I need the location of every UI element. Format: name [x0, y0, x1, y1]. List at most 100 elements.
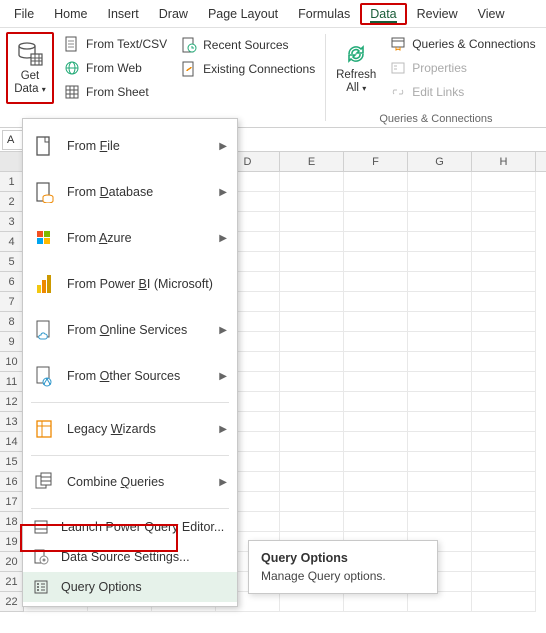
col-G[interactable]: G [408, 152, 472, 171]
cell[interactable] [408, 332, 472, 352]
tab-view[interactable]: View [468, 3, 515, 25]
cell[interactable] [280, 192, 344, 212]
menu-data-source-settings[interactable]: Data Source Settings... [23, 542, 237, 572]
row-4[interactable]: 4 [0, 232, 24, 252]
tab-data[interactable]: Data [360, 3, 406, 25]
cell[interactable] [472, 192, 536, 212]
tab-home[interactable]: Home [44, 3, 97, 25]
row-15[interactable]: 15 [0, 452, 24, 472]
cell[interactable] [408, 252, 472, 272]
cell[interactable] [280, 272, 344, 292]
row-3[interactable]: 3 [0, 212, 24, 232]
refresh-all-button[interactable]: RefreshAll ▾ [332, 32, 380, 104]
cell[interactable] [280, 212, 344, 232]
row-8[interactable]: 8 [0, 312, 24, 332]
cell[interactable] [472, 292, 536, 312]
cell[interactable] [472, 552, 536, 572]
from-web-button[interactable]: From Web [60, 57, 171, 79]
col-F[interactable]: F [344, 152, 408, 171]
cell[interactable] [472, 172, 536, 192]
col-H[interactable]: H [472, 152, 536, 171]
row-22[interactable]: 22 [0, 592, 24, 612]
cell[interactable] [280, 232, 344, 252]
cell[interactable] [408, 192, 472, 212]
cell[interactable] [472, 512, 536, 532]
row-2[interactable]: 2 [0, 192, 24, 212]
cell[interactable] [344, 312, 408, 332]
tab-file[interactable]: File [4, 3, 44, 25]
menu-from-other-sources[interactable]: From Other Sources ▶ [23, 353, 237, 399]
select-all-triangle[interactable] [0, 152, 24, 171]
cell[interactable] [344, 372, 408, 392]
cell[interactable] [472, 432, 536, 452]
cell[interactable] [408, 372, 472, 392]
menu-from-database[interactable]: From Database ▶ [23, 169, 237, 215]
cell[interactable] [280, 432, 344, 452]
cell[interactable] [344, 392, 408, 412]
cell[interactable] [472, 312, 536, 332]
from-text-csv-button[interactable]: From Text/CSV [60, 33, 171, 55]
cell[interactable] [344, 172, 408, 192]
cell[interactable] [344, 472, 408, 492]
row-11[interactable]: 11 [0, 372, 24, 392]
row-5[interactable]: 5 [0, 252, 24, 272]
cell[interactable] [280, 392, 344, 412]
cell[interactable] [344, 352, 408, 372]
row-16[interactable]: 16 [0, 472, 24, 492]
cell[interactable] [408, 592, 472, 612]
cell[interactable] [472, 252, 536, 272]
cell[interactable] [408, 492, 472, 512]
cell[interactable] [408, 172, 472, 192]
cell[interactable] [472, 352, 536, 372]
cell[interactable] [408, 352, 472, 372]
cell[interactable] [280, 312, 344, 332]
cell[interactable] [344, 412, 408, 432]
tab-review[interactable]: Review [407, 3, 468, 25]
menu-from-file[interactable]: From File ▶ [23, 123, 237, 169]
cell[interactable] [344, 252, 408, 272]
row-18[interactable]: 18 [0, 512, 24, 532]
cell[interactable] [344, 192, 408, 212]
cell[interactable] [472, 472, 536, 492]
cell[interactable] [472, 412, 536, 432]
row-13[interactable]: 13 [0, 412, 24, 432]
cell[interactable] [472, 592, 536, 612]
cell[interactable] [408, 452, 472, 472]
cell[interactable] [408, 412, 472, 432]
existing-connections-button[interactable]: Existing Connections [177, 58, 319, 80]
get-data-button[interactable]: GetData ▾ [6, 32, 54, 104]
cell[interactable] [344, 332, 408, 352]
cell[interactable] [408, 392, 472, 412]
cell[interactable] [280, 592, 344, 612]
tab-page-layout[interactable]: Page Layout [198, 3, 288, 25]
cell[interactable] [408, 212, 472, 232]
cell[interactable] [472, 372, 536, 392]
cell[interactable] [472, 332, 536, 352]
row-10[interactable]: 10 [0, 352, 24, 372]
menu-from-azure[interactable]: From Azure ▶ [23, 215, 237, 261]
cell[interactable] [280, 372, 344, 392]
tab-formulas[interactable]: Formulas [288, 3, 360, 25]
cell[interactable] [280, 172, 344, 192]
row-6[interactable]: 6 [0, 272, 24, 292]
row-9[interactable]: 9 [0, 332, 24, 352]
cell[interactable] [344, 292, 408, 312]
cell[interactable] [280, 352, 344, 372]
menu-query-options[interactable]: Query Options [23, 572, 237, 602]
recent-sources-button[interactable]: Recent Sources [177, 34, 319, 56]
cell[interactable] [472, 272, 536, 292]
queries-connections-button[interactable]: Queries & Connections [386, 33, 539, 55]
menu-from-online-services[interactable]: From Online Services ▶ [23, 307, 237, 353]
cell[interactable] [344, 492, 408, 512]
cell[interactable] [344, 452, 408, 472]
cell[interactable] [344, 512, 408, 532]
cell[interactable] [472, 492, 536, 512]
cell[interactable] [280, 492, 344, 512]
cell[interactable] [408, 512, 472, 532]
menu-launch-pq-editor[interactable]: Launch Power Query Editor... [23, 512, 237, 542]
cell[interactable] [344, 592, 408, 612]
cell[interactable] [280, 512, 344, 532]
cell[interactable] [280, 332, 344, 352]
col-E[interactable]: E [280, 152, 344, 171]
row-1[interactable]: 1 [0, 172, 24, 192]
